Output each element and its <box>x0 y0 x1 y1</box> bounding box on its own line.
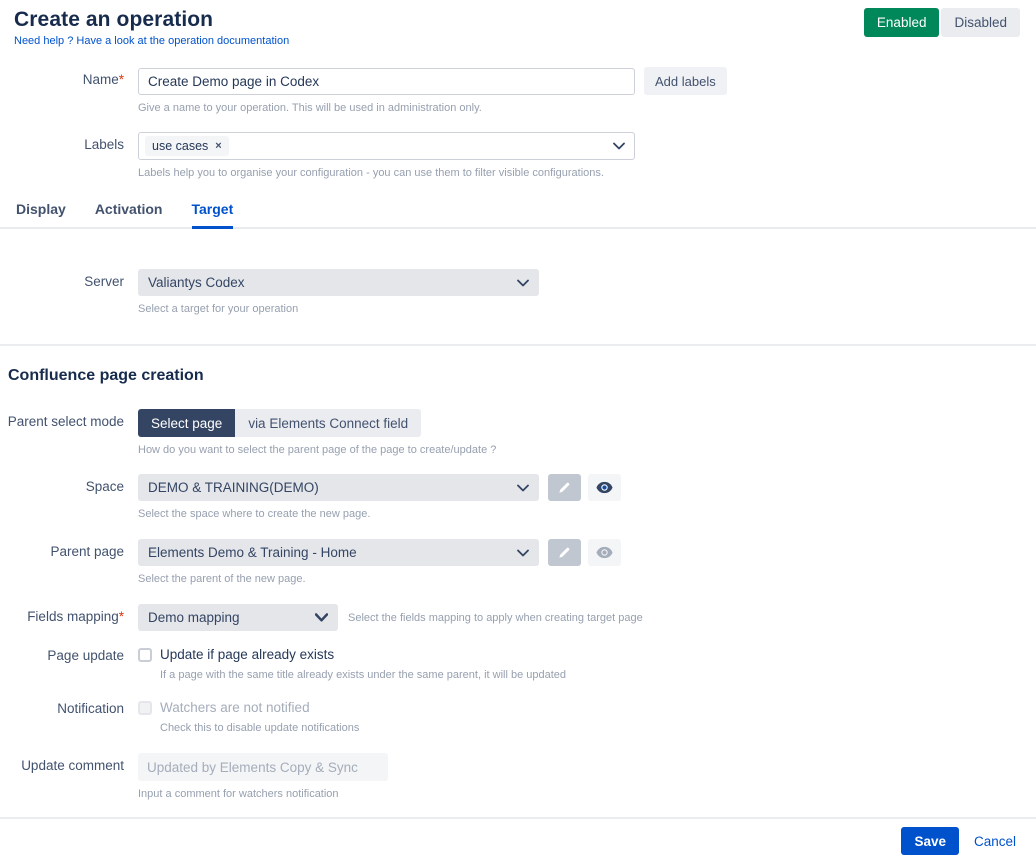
pencil-icon <box>557 480 572 495</box>
label-tag-text: use cases <box>152 139 208 153</box>
update-comment-row: Update comment Input a comment for watch… <box>0 753 1036 800</box>
space-helper-text: Select the space where to create the new… <box>138 508 621 520</box>
server-select[interactable]: Valiantys Codex <box>138 269 539 296</box>
parent-page-helper-text: Select the parent of the new page. <box>138 573 621 585</box>
labels-multiselect[interactable]: use cases × <box>138 132 635 160</box>
parent-page-select-value: Elements Demo & Training - Home <box>148 545 357 560</box>
tab-activation[interactable]: Activation <box>95 201 163 229</box>
fields-mapping-label: Fields mapping* <box>0 604 138 624</box>
notification-helper-text: Check this to disable update notificatio… <box>160 722 359 734</box>
parent-page-label: Parent page <box>0 539 138 559</box>
fields-mapping-select-value: Demo mapping <box>148 610 240 625</box>
watchers-not-notified-checkbox <box>138 701 152 715</box>
via-elements-connect-field-option[interactable]: via Elements Connect field <box>235 409 421 437</box>
remove-tag-icon[interactable]: × <box>215 141 221 152</box>
operation-documentation-link[interactable]: Need help ? Have a look at the operation… <box>14 35 289 47</box>
required-asterisk: * <box>119 72 124 87</box>
disabled-button[interactable]: Disabled <box>941 8 1020 37</box>
server-row: Server Valiantys Codex Select a target f… <box>0 269 1036 315</box>
cancel-link[interactable]: Cancel <box>974 834 1016 849</box>
add-labels-button[interactable]: Add labels <box>644 67 727 95</box>
server-select-value: Valiantys Codex <box>148 275 245 290</box>
tab-bar: Display Activation Target <box>0 189 1036 229</box>
chevron-down-icon <box>613 142 625 150</box>
chevron-down-icon <box>517 279 529 287</box>
parent-page-select[interactable]: Elements Demo & Training - Home <box>138 539 539 566</box>
labels-helper-text: Labels help you to organise your configu… <box>138 167 635 179</box>
confluence-section-heading: Confluence page creation <box>8 367 1036 385</box>
page-update-row: Page update Update if page already exist… <box>0 647 1036 681</box>
page-title: Create an operation <box>14 8 289 32</box>
name-row: Name* Add labels Give a name to your ope… <box>0 67 1036 129</box>
parent-select-mode-label: Parent select mode <box>0 409 138 429</box>
edit-parent-page-button[interactable] <box>548 539 581 566</box>
select-page-option[interactable]: Select page <box>138 409 235 437</box>
chevron-down-icon <box>517 549 529 557</box>
header-left: Create an operation Need help ? Have a l… <box>14 8 289 47</box>
fields-mapping-helper-text: Select the fields mapping to apply when … <box>348 612 643 624</box>
notification-row: Notification Watchers are not notified C… <box>0 700 1036 734</box>
labels-row: Labels use cases × Labels help you to or… <box>0 132 1036 179</box>
form-footer: Save Cancel <box>0 817 1036 855</box>
space-select-value: DEMO & TRAINING(DEMO) <box>148 480 319 495</box>
space-select[interactable]: DEMO & TRAINING(DEMO) <box>138 474 539 501</box>
general-section: Name* Add labels Give a name to your ope… <box>0 67 1036 179</box>
update-comment-label: Update comment <box>0 753 138 773</box>
page-update-label: Page update <box>0 647 138 663</box>
name-input[interactable] <box>138 68 635 95</box>
server-helper-text: Select a target for your operation <box>138 303 539 315</box>
edit-space-button[interactable] <box>548 474 581 501</box>
chevron-down-icon <box>315 613 328 622</box>
pencil-icon <box>557 545 572 560</box>
tab-display[interactable]: Display <box>16 201 66 229</box>
update-comment-input <box>138 753 388 781</box>
required-asterisk: * <box>119 609 124 624</box>
update-if-exists-checkbox[interactable] <box>138 648 152 662</box>
page-update-helper-text: If a page with the same title already ex… <box>160 669 566 681</box>
tab-target[interactable]: Target <box>192 201 234 229</box>
eye-icon <box>596 546 613 559</box>
space-row: Space DEMO & TRAINING(DEMO) Select the s… <box>0 474 1036 520</box>
parent-page-row: Parent page Elements Demo & Training - H… <box>0 539 1036 585</box>
space-label: Space <box>0 474 138 494</box>
name-helper-text: Give a name to your operation. This will… <box>138 102 727 114</box>
target-tab-content: Server Valiantys Codex Select a target f… <box>0 269 1036 315</box>
enabled-button[interactable]: Enabled <box>864 8 940 37</box>
watchers-not-notified-checkbox-label: Watchers are not notified <box>160 700 310 715</box>
save-button[interactable]: Save <box>901 827 959 855</box>
chevron-down-icon <box>517 484 529 492</box>
eye-icon <box>596 481 613 494</box>
view-parent-page-button[interactable] <box>588 539 621 566</box>
parent-select-mode-helper-text: How do you want to select the parent pag… <box>138 444 496 456</box>
page-header: Create an operation Need help ? Have a l… <box>0 0 1036 47</box>
name-label: Name* <box>0 67 138 87</box>
view-space-button[interactable] <box>588 474 621 501</box>
label-tag: use cases × <box>145 136 229 156</box>
section-divider <box>0 344 1036 346</box>
update-comment-helper-text: Input a comment for watchers notificatio… <box>138 788 388 800</box>
parent-select-mode-row: Parent select mode Select page via Eleme… <box>0 409 1036 456</box>
fields-mapping-row: Fields mapping* Demo mapping Select the … <box>0 604 1036 631</box>
labels-label: Labels <box>0 132 138 152</box>
fields-mapping-select[interactable]: Demo mapping <box>138 604 338 631</box>
server-label: Server <box>0 269 138 289</box>
update-if-exists-checkbox-label[interactable]: Update if page already exists <box>160 647 334 662</box>
parent-select-mode-segment: Select page via Elements Connect field <box>138 409 496 437</box>
notification-label: Notification <box>0 700 138 716</box>
enabled-disabled-toggle: Enabled Disabled <box>864 8 1020 37</box>
confluence-section: Parent select mode Select page via Eleme… <box>0 409 1036 800</box>
